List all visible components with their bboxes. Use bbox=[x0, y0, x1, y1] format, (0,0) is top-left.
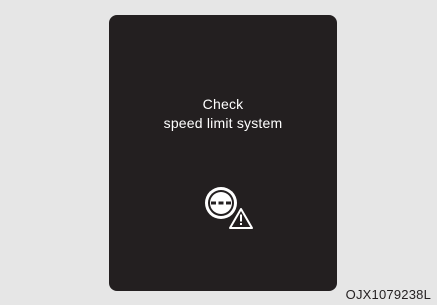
cluster-display: Check speed limit system bbox=[109, 15, 337, 291]
warning-message-line-2: speed limit system bbox=[163, 115, 283, 131]
illustration: Check speed limit system OJX1079238L bbox=[0, 0, 437, 305]
image-code-caption: OJX1079238L bbox=[345, 287, 431, 302]
speed-limit-warning-icon bbox=[199, 181, 259, 231]
warning-message: Check speed limit system bbox=[109, 95, 337, 133]
warning-message-line-1: Check bbox=[202, 96, 244, 112]
